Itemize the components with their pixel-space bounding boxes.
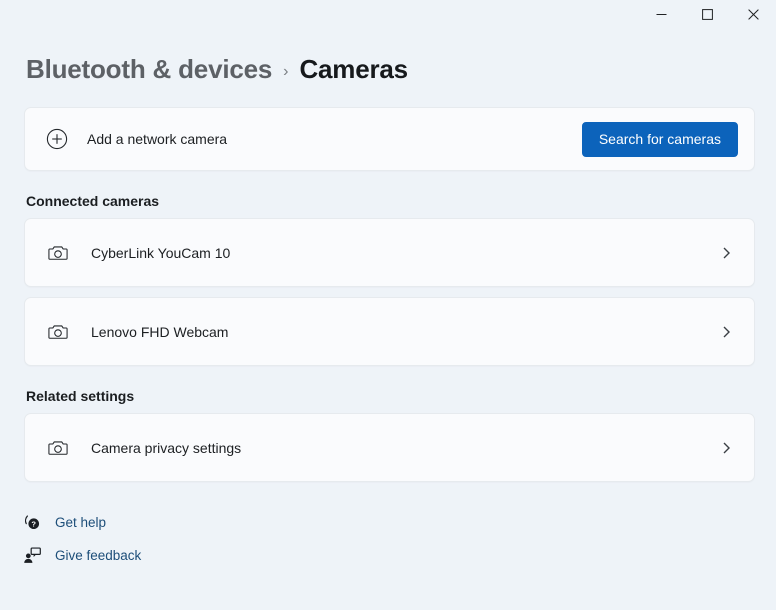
camera-icon	[43, 238, 73, 268]
plus-circle-icon	[43, 125, 71, 153]
give-feedback-label: Give feedback	[55, 548, 141, 563]
chevron-right-icon	[716, 243, 736, 263]
list-item[interactable]: CyberLink YouCam 10	[25, 219, 754, 286]
get-help-link[interactable]: ? Get help	[22, 506, 106, 539]
close-icon	[748, 7, 759, 25]
connected-camera-card: Lenovo FHD Webcam	[24, 297, 755, 366]
list-item-label: Lenovo FHD Webcam	[91, 324, 716, 340]
breadcrumb: Bluetooth & devices › Cameras	[0, 32, 776, 85]
list-item[interactable]: Lenovo FHD Webcam	[25, 298, 754, 365]
footer-links: ? Get help Give feedback	[0, 492, 776, 572]
connected-camera-card: CyberLink YouCam 10	[24, 218, 755, 287]
chevron-right-icon	[716, 438, 736, 458]
settings-content: Add a network camera Search for cameras …	[0, 107, 776, 482]
add-network-camera-label: Add a network camera	[87, 131, 582, 147]
svg-text:?: ?	[31, 520, 36, 529]
list-item-label: Camera privacy settings	[91, 440, 716, 456]
help-question-icon: ?	[22, 513, 42, 533]
minimize-icon	[656, 7, 667, 25]
maximize-button[interactable]	[684, 0, 730, 32]
camera-icon	[43, 433, 73, 463]
connected-cameras-heading: Connected cameras	[26, 193, 755, 209]
related-setting-card: Camera privacy settings	[24, 413, 755, 482]
chevron-right-icon: ›	[283, 63, 288, 81]
feedback-person-icon	[22, 546, 42, 566]
list-item[interactable]: Camera privacy settings	[25, 414, 754, 481]
related-settings-heading: Related settings	[26, 388, 755, 404]
title-bar	[0, 0, 776, 32]
list-item-label: CyberLink YouCam 10	[91, 245, 716, 261]
camera-icon	[43, 317, 73, 347]
add-network-camera-card: Add a network camera Search for cameras	[24, 107, 755, 171]
chevron-right-icon	[716, 322, 736, 342]
breadcrumb-parent-link[interactable]: Bluetooth & devices	[26, 54, 272, 85]
close-button[interactable]	[730, 0, 776, 32]
page-title: Cameras	[299, 54, 407, 85]
search-for-cameras-button[interactable]: Search for cameras	[582, 122, 738, 157]
give-feedback-link[interactable]: Give feedback	[22, 539, 141, 572]
maximize-icon	[702, 7, 713, 25]
get-help-label: Get help	[55, 515, 106, 530]
minimize-button[interactable]	[638, 0, 684, 32]
